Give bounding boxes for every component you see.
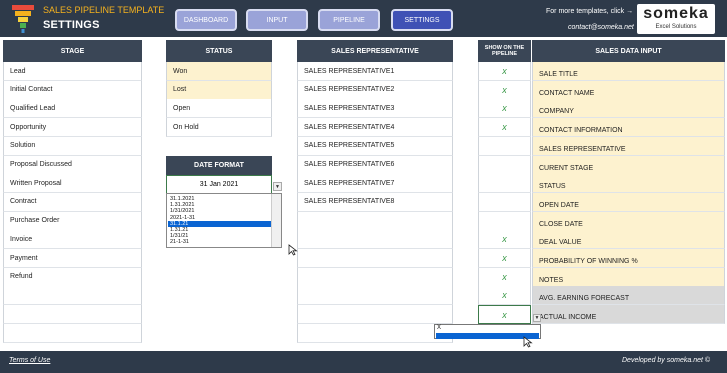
funnel-icon [12, 5, 34, 33]
date-format-options[interactable]: 31.1.2021 1.31.2021 1/31/2021 2021-1-31 31.1… [166, 193, 282, 248]
show-pipeline-cell[interactable] [478, 174, 531, 194]
sales-input-field-cell[interactable]: ACTUAL INCOME [532, 305, 725, 325]
sales-rep-cell[interactable]: SALES REPRESENTATIVE8 [297, 192, 453, 212]
more-templates-link[interactable]: For more templates, click → [546, 8, 633, 15]
dropdown-scrollbar[interactable] [271, 194, 281, 247]
date-format-option[interactable]: 1/31/2021 [168, 208, 271, 214]
sales-rep-cell[interactable] [297, 305, 453, 325]
someka-logo[interactable]: someka Excel Solutions [637, 4, 715, 34]
date-format-select[interactable]: 31 Jan 2021 [166, 175, 272, 194]
stage-header: STAGE [3, 40, 142, 62]
show-pipeline-cell[interactable]: x [478, 118, 531, 138]
show-pipeline-cell[interactable]: x [478, 99, 531, 119]
nav-dashboard-button[interactable]: DASHBOARD [175, 9, 237, 31]
show-pipeline-cell[interactable] [478, 136, 531, 156]
nav-pipeline-button[interactable]: PIPELINE [318, 9, 380, 31]
sales-input-field-cell[interactable]: COMPANY [532, 99, 725, 119]
date-format-option[interactable]: 1.31.2021 [168, 202, 271, 208]
sales-input-field-cell[interactable]: SALES REPRESENTATIVE [532, 136, 725, 156]
chevron-down-icon[interactable]: ▼ [273, 182, 282, 191]
chevron-down-icon[interactable]: ▼ [533, 314, 541, 322]
stage-cell[interactable]: Proposal Discussed [3, 155, 142, 175]
stage-cell[interactable]: Payment [3, 249, 142, 268]
sales-rep-cell[interactable] [297, 286, 453, 306]
template-title: SALES PIPELINE TEMPLATE [43, 5, 165, 15]
sales-rep-cell[interactable]: SALES REPRESENTATIVE6 [297, 155, 453, 175]
date-format-option[interactable]: 21-1-31 [168, 239, 271, 245]
show-pipeline-cell[interactable] [478, 211, 531, 231]
show-pipeline-cell[interactable] [478, 192, 531, 212]
sales-input-field-cell[interactable]: CURENT STAGE [532, 155, 725, 175]
stage-cell[interactable]: Opportunity [3, 118, 142, 138]
sales-input-field-cell[interactable]: DEAL VALUE [532, 230, 725, 250]
stage-cell[interactable] [3, 305, 142, 325]
status-cell[interactable]: Lost [166, 80, 272, 100]
sales-rep-cell[interactable]: SALES REPRESENTATIVE3 [297, 99, 453, 119]
terms-of-use-link[interactable]: Terms of Use [9, 357, 50, 364]
contact-email-link[interactable]: contact@someka.net [568, 24, 634, 31]
footer-bar [0, 351, 727, 373]
sales-rep-header: SALES REPRESENTATIVE [297, 40, 453, 62]
stage-cell[interactable]: Purchase Order [3, 211, 142, 231]
show-pipeline-cell[interactable] [478, 155, 531, 175]
sales-rep-cell[interactable]: SALES REPRESENTATIVE1 [297, 62, 453, 81]
stage-cell[interactable]: Written Proposal [3, 174, 142, 194]
sales-rep-cell[interactable] [297, 230, 453, 250]
sales-input-field-cell[interactable]: OPEN DATE [532, 192, 725, 212]
status-cell[interactable]: On Hold [166, 118, 272, 138]
sales-input-field-cell[interactable]: SALE TITLE [532, 62, 725, 81]
show-pipeline-cell[interactable]: x [478, 286, 531, 306]
stage-cell[interactable]: Solution [3, 136, 142, 156]
stage-cell[interactable]: Qualified Lead [3, 99, 142, 119]
show-pipeline-cell[interactable]: x [478, 230, 531, 250]
date-format-option[interactable]: 31.1.2021 [168, 196, 271, 202]
sales-input-field-cell[interactable]: AVG. EARNING FORECAST [532, 286, 725, 306]
sales-rep-cell[interactable] [297, 267, 453, 287]
date-format-option[interactable]: 1.31.21 [168, 227, 271, 233]
sales-rep-cell[interactable] [297, 211, 453, 231]
date-format-option[interactable]: 2021-1-31 [168, 215, 271, 221]
sales-input-field-cell[interactable]: CONTACT NAME [532, 80, 725, 100]
date-format-header: DATE FORMAT [166, 156, 272, 175]
dropdown-option-x[interactable]: X [437, 325, 441, 331]
status-cell[interactable]: Open [166, 99, 272, 119]
stage-cell[interactable]: Invoice [3, 230, 142, 250]
sales-input-field-cell[interactable]: PROBABILITY OF WINNING % [532, 249, 725, 268]
nav-input-button[interactable]: INPUT [246, 9, 308, 31]
sales-input-field-cell[interactable]: STATUS [532, 174, 725, 194]
sales-input-field-cell[interactable]: CLOSE DATE [532, 211, 725, 231]
show-pipeline-header: SHOW ON THE PIPELINE [478, 40, 531, 62]
sales-rep-cell[interactable] [297, 249, 453, 268]
sales-rep-cell[interactable]: SALES REPRESENTATIVE5 [297, 136, 453, 156]
date-format-option[interactable]: 31.1.21 [168, 220, 271, 227]
stage-cell[interactable]: Lead [3, 62, 142, 81]
stage-cell[interactable] [3, 323, 142, 343]
mouse-cursor-icon [523, 336, 533, 348]
nav-settings-button[interactable]: SETTINGS [391, 9, 453, 31]
mouse-cursor-icon [288, 244, 298, 256]
sales-data-input-header: SALES DATA INPUT [532, 40, 725, 62]
stage-cell[interactable]: Contract [3, 192, 142, 212]
show-pipeline-cell[interactable]: x [478, 305, 531, 325]
status-header: STATUS [166, 40, 272, 62]
stage-cell[interactable]: Refund [3, 267, 142, 287]
show-pipeline-cell[interactable]: x [478, 267, 531, 287]
status-cell[interactable]: Won [166, 62, 272, 81]
sales-input-field-cell[interactable]: CONTACT INFORMATION [532, 118, 725, 138]
developer-credit: Developed by someka.net © [622, 357, 711, 364]
page-title: SETTINGS [43, 19, 100, 31]
sales-rep-cell[interactable]: SALES REPRESENTATIVE7 [297, 174, 453, 194]
show-pipeline-cell[interactable]: x [478, 62, 531, 81]
sales-rep-cell[interactable]: SALES REPRESENTATIVE2 [297, 80, 453, 100]
show-pipeline-cell[interactable]: x [478, 80, 531, 100]
sales-input-field-cell[interactable]: NOTES [532, 267, 725, 287]
logo-name: someka [643, 5, 709, 22]
show-pipeline-cell[interactable]: x [478, 249, 531, 268]
sales-rep-cell[interactable] [297, 323, 453, 343]
sales-rep-cell[interactable]: SALES REPRESENTATIVE4 [297, 118, 453, 138]
logo-subtitle: Excel Solutions [655, 24, 697, 30]
date-format-option[interactable]: 1/31/21 [168, 233, 271, 239]
stage-cell[interactable]: Initial Contact [3, 80, 142, 100]
stage-cell[interactable] [3, 286, 142, 306]
